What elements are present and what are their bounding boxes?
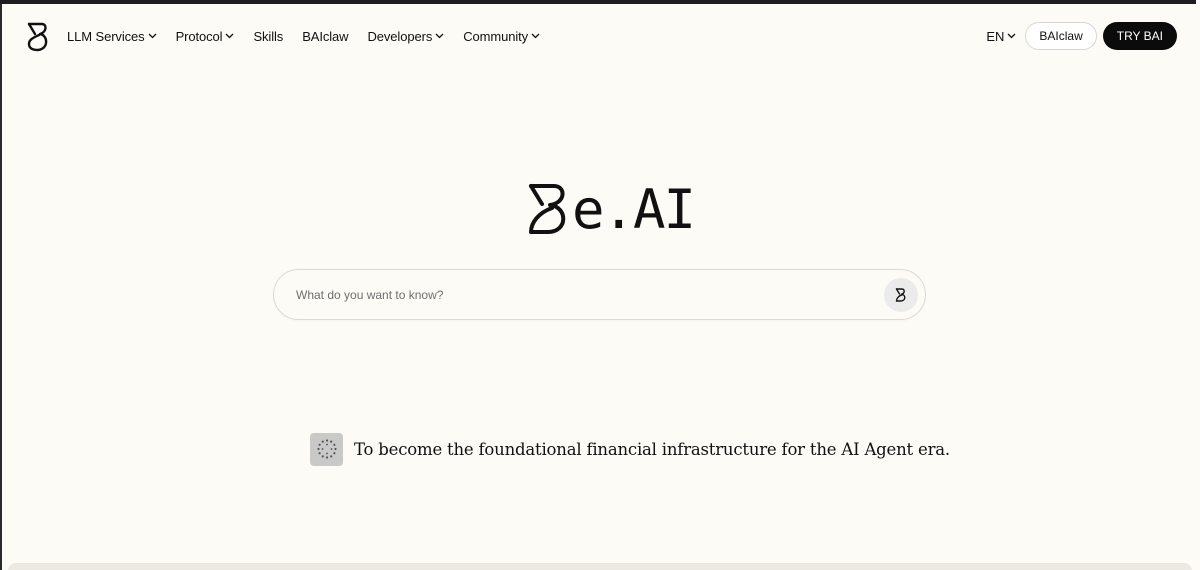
chevron-down-icon: [435, 33, 444, 39]
hero-logo: e.AI: [526, 178, 696, 241]
nav-item-label: Skills: [253, 28, 284, 44]
top-nav: LLM Services Protocol Skills BAIclaw Dev…: [2, 4, 1196, 70]
loading-dots-icon: [310, 432, 343, 466]
chevron-down-icon: [148, 33, 157, 39]
content-section-edge: [8, 563, 1192, 570]
window-right-edge: [1196, 0, 1200, 570]
hero-wordmark: e.AI: [572, 178, 696, 241]
baiclaw-button[interactable]: BAIclaw: [1025, 22, 1097, 50]
nav-item-protocol[interactable]: Protocol: [176, 29, 235, 44]
nav-item-baiclaw[interactable]: BAIclaw: [302, 29, 348, 44]
search-bar: [273, 269, 926, 320]
search-input[interactable]: [294, 282, 858, 308]
b-logo-icon: [895, 288, 906, 302]
nav-menu: LLM Services Protocol Skills BAIclaw Dev…: [67, 26, 559, 46]
nav-item-label: Protocol: [175, 28, 223, 44]
nav-item-skills[interactable]: Skills: [253, 29, 283, 44]
nav-item-label: Community: [463, 28, 529, 44]
chevron-down-icon: [531, 33, 540, 39]
b-logo-icon[interactable]: [26, 22, 50, 52]
nav-item-label: LLM Services: [67, 28, 145, 44]
tagline: To become the foundational financial inf…: [310, 432, 950, 466]
nav-actions: EN BAIclaw TRY BAI: [986, 22, 1177, 50]
nav-item-community[interactable]: Community: [463, 29, 540, 44]
chevron-down-icon: [1007, 33, 1016, 39]
page: LLM Services Protocol Skills BAIclaw Dev…: [2, 4, 1196, 570]
try-bai-button[interactable]: TRY BAI: [1102, 22, 1177, 50]
tagline-text: To become the foundational financial inf…: [354, 439, 950, 459]
nav-item-developers[interactable]: Developers: [367, 29, 444, 44]
language-label: EN: [986, 28, 1005, 44]
b-logo-icon: [529, 184, 566, 234]
search-submit-button[interactable]: [884, 278, 918, 312]
nav-item-label: BAIclaw: [302, 28, 349, 44]
chevron-down-icon: [225, 33, 234, 39]
language-selector[interactable]: EN: [986, 29, 1016, 44]
nav-item-label: Developers: [367, 28, 433, 44]
nav-item-llm-services[interactable]: LLM Services: [67, 29, 157, 44]
